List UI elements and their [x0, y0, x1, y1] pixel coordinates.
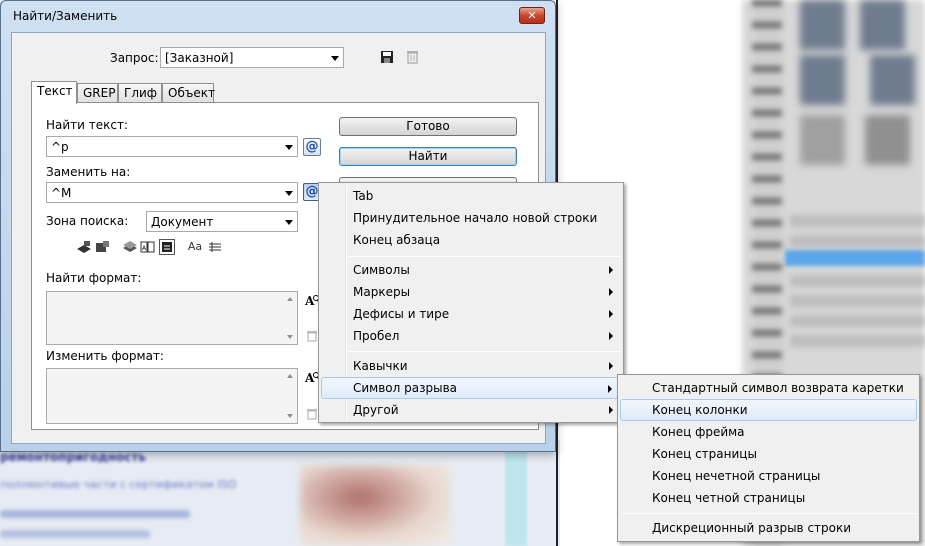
submenu-item-frame-break[interactable]: Конец фрейма [620, 421, 917, 443]
tab-text[interactable]: Текст [31, 81, 77, 104]
replace-with-input[interactable]: ^M [46, 182, 298, 203]
done-button[interactable]: Готово [339, 117, 517, 136]
scroll-down-icon[interactable] [287, 414, 293, 418]
query-select[interactable]: [Заказной] [160, 47, 344, 68]
search-scope-label: Зона поиска: [46, 214, 129, 228]
chevron-down-icon [285, 145, 293, 150]
svg-text:A: A [142, 245, 147, 252]
dialog-titlebar[interactable]: Найти/Заменить ✕ [1, 1, 555, 31]
svg-text:A: A [304, 294, 315, 308]
submenu-arrow-icon [609, 332, 613, 340]
submenu-item-discretionary-line-break[interactable]: Дискреционный разрыв строки [620, 517, 917, 539]
find-text-label: Найти текст: [46, 118, 129, 132]
menu-item-symbols[interactable]: Символы [321, 259, 621, 281]
chevron-down-icon [285, 191, 293, 196]
query-label: Запрос: [110, 51, 159, 65]
close-icon: ✕ [527, 9, 537, 22]
menu-item-hyphens-dashes[interactable]: Дефисы и тире [321, 303, 621, 325]
menu-item-quotation-marks[interactable]: Кавычки [321, 355, 621, 377]
menu-item-other[interactable]: Другой [321, 399, 621, 421]
find-text-input[interactable]: ^p [46, 136, 298, 157]
submenu-item-standard-carriage-return[interactable]: Стандартный символ возврата каретки [620, 377, 917, 399]
submenu-arrow-icon [609, 362, 613, 370]
background-image [300, 465, 450, 546]
replace-with-value: ^M [51, 186, 72, 200]
at-icon: @ [305, 184, 319, 199]
include-footnotes-icon[interactable] [159, 239, 175, 255]
background-document: ремонтопригодность поллюнтивые части с с… [0, 440, 560, 546]
include-locked-stories-icon[interactable] [94, 240, 110, 256]
menu-item-break-character[interactable]: Символ разрыва [321, 377, 621, 399]
include-hidden-layers-icon[interactable] [122, 240, 138, 256]
submenu-item-even-page-break[interactable]: Конец четной страницы [620, 487, 917, 509]
find-text-value: ^p [51, 140, 69, 154]
background-blurred-heading: ремонтопригодность [0, 450, 146, 464]
chevron-down-icon [285, 220, 293, 225]
search-scope-value: Документ [151, 215, 214, 229]
include-master-pages-icon[interactable]: A [140, 240, 156, 256]
close-button[interactable]: ✕ [519, 7, 545, 24]
menu-item-forced-line-break[interactable]: Принудительное начало новой строки [321, 207, 621, 229]
whole-word-icon[interactable] [207, 240, 223, 256]
scroll-up-icon[interactable] [287, 297, 293, 301]
find-button[interactable]: Найти [339, 147, 517, 166]
at-icon: @ [305, 139, 319, 154]
svg-text:A: A [304, 371, 315, 385]
menu-item-white-space[interactable]: Пробел [321, 325, 621, 347]
tab-glyph[interactable]: Глиф [118, 83, 162, 103]
query-value: [Заказной] [165, 51, 234, 65]
find-format-scrollbar[interactable] [285, 293, 296, 343]
search-scope-select[interactable]: Документ [146, 211, 298, 232]
submenu-arrow-icon [608, 385, 612, 393]
submenu-arrow-icon [609, 288, 613, 296]
replace-with-label: Заменить на: [46, 165, 131, 179]
tab-grep[interactable]: GREP [77, 83, 118, 103]
menu-item-end-of-paragraph[interactable]: Конец абзаца [321, 229, 621, 251]
menu-item-tab[interactable]: Tab [321, 185, 621, 207]
submenu-arrow-icon [609, 310, 613, 318]
dialog-title: Найти/Заменить [13, 9, 118, 23]
change-format-label: Изменить формат: [46, 349, 164, 363]
chevron-down-icon [331, 56, 339, 61]
submenu-arrow-icon [609, 266, 613, 274]
find-special-chars-button[interactable]: @ [303, 138, 321, 156]
find-format-box[interactable] [46, 291, 298, 345]
scroll-down-icon[interactable] [287, 335, 293, 339]
break-character-submenu: Стандартный символ возврата каретки Коне… [617, 374, 920, 542]
submenu-item-page-break[interactable]: Конец страницы [620, 443, 917, 465]
find-format-label: Найти формат: [46, 271, 142, 285]
case-sensitive-icon[interactable]: Aa [187, 240, 203, 256]
change-format-box[interactable] [46, 368, 298, 424]
tab-object[interactable]: Объект [162, 83, 215, 103]
submenu-item-column-break[interactable]: Конец колонки [620, 399, 917, 421]
delete-query-icon[interactable] [406, 49, 419, 64]
menu-item-markers[interactable]: Маркеры [321, 281, 621, 303]
submenu-item-odd-page-break[interactable]: Конец нечетной страницы [620, 465, 917, 487]
submenu-arrow-icon [609, 406, 613, 414]
special-characters-menu: Tab Принудительное начало новой строки К… [318, 182, 624, 423]
include-locked-layers-icon[interactable] [76, 240, 92, 256]
background-blurred-line: поллюнтивые части с сертификатом ISO [0, 478, 237, 491]
change-format-scrollbar[interactable] [285, 370, 296, 422]
save-query-icon[interactable] [380, 50, 394, 64]
scroll-up-icon[interactable] [287, 374, 293, 378]
